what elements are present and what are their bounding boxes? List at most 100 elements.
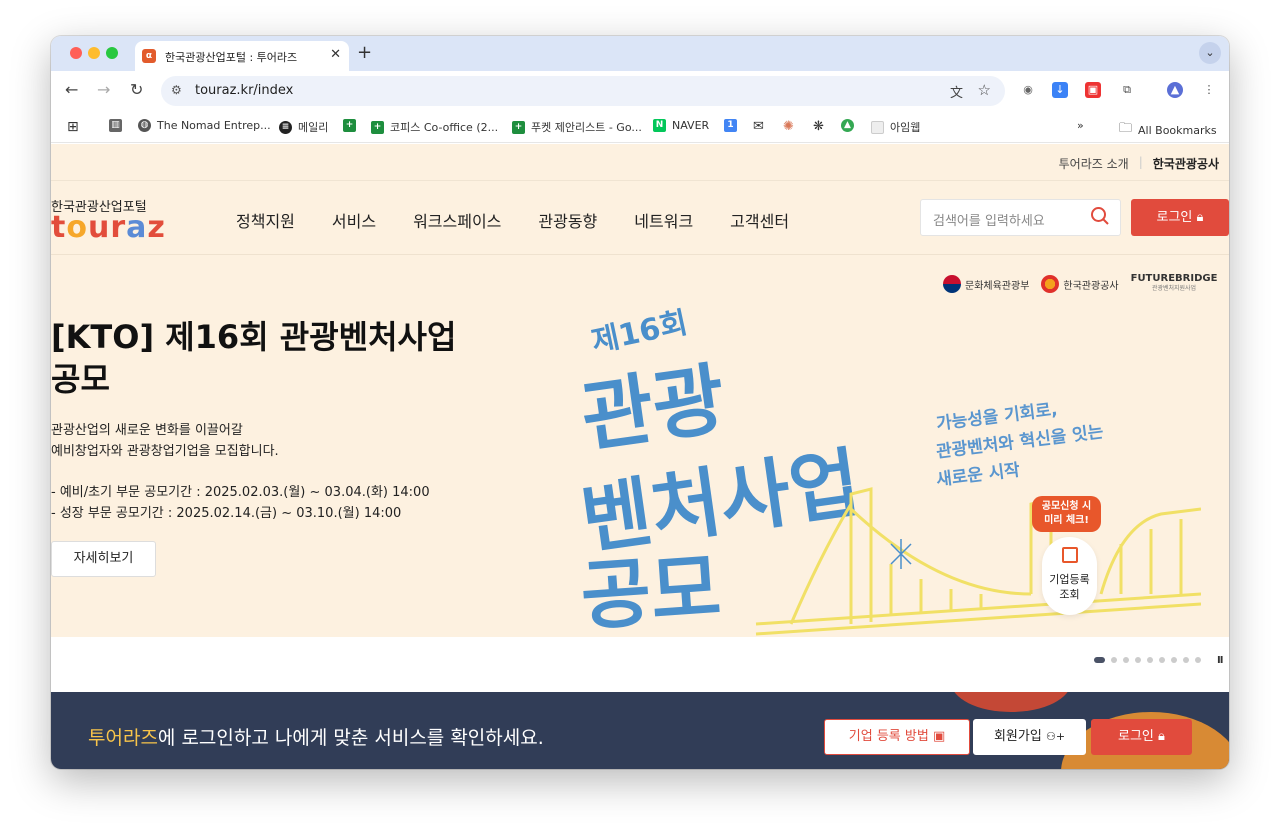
nav-network[interactable]: 네트워크 bbox=[634, 208, 693, 232]
decor-shape bbox=[951, 692, 1071, 712]
calendar-icon[interactable]: 1 bbox=[724, 119, 743, 132]
tab-search-chevron-icon[interactable]: ⌄ bbox=[1199, 42, 1221, 64]
banner-edition: 제16회 bbox=[589, 305, 691, 359]
all-bookmarks[interactable]: 🗀 All Bookmarks bbox=[1119, 119, 1217, 141]
bookmark-naver[interactable]: N NAVER bbox=[653, 119, 709, 132]
extensions-puzzle-icon[interactable]: ⧉ bbox=[1119, 82, 1135, 98]
hero-title: [KTO] 제16회 관광벤처사업 공모 bbox=[51, 318, 457, 398]
minimize-window-button[interactable] bbox=[88, 47, 100, 59]
camera-icon[interactable]: ◉ bbox=[1020, 82, 1036, 98]
save-extension-icon[interactable]: ▣ bbox=[1085, 82, 1101, 98]
bookmark-imweb[interactable]: 아임웹 bbox=[871, 119, 920, 135]
hero-period: - 예비/초기 부문 공모기간 : 2025.02.03.(월) ~ 03.04… bbox=[51, 485, 430, 521]
close-window-button[interactable] bbox=[70, 47, 82, 59]
slider-dot[interactable] bbox=[1094, 657, 1105, 663]
divider bbox=[51, 180, 1229, 181]
back-arrow-icon[interactable]: ← bbox=[65, 80, 78, 99]
divider bbox=[51, 254, 1229, 255]
hero-description: 관광산업의 새로운 변화를 이끌어갈 예비창업자와 관광창업기업을 모집합니다. bbox=[51, 423, 279, 459]
web-page: 투어라즈 소개 | 한국관광공사 한국관광산업포털 touraz 정책지원 서비… bbox=[51, 144, 1229, 769]
kto-link[interactable]: 한국관광공사 bbox=[1153, 155, 1219, 172]
slider-dot[interactable] bbox=[1183, 657, 1189, 663]
active-tab[interactable]: α 한국관광산업포털 : 투어라즈 ✕ bbox=[135, 41, 349, 71]
slider-dot[interactable] bbox=[1111, 657, 1117, 663]
search-icon[interactable] bbox=[1090, 206, 1110, 226]
signup-button[interactable]: 회원가입 ⚇+ bbox=[973, 719, 1086, 755]
login-promo-banner: 투어라즈에 로그인하고 나에게 맞춘 서비스를 확인하세요. 기업 등록 방법 … bbox=[51, 692, 1229, 769]
nav-trends[interactable]: 관광동향 bbox=[538, 208, 597, 232]
slider-dot[interactable] bbox=[1147, 657, 1153, 663]
browser-window: α 한국관광산업포털 : 투어라즈 ✕ + ⌄ ← → ↻ ⚙ touraz.k… bbox=[51, 36, 1229, 769]
lock-icon: 🔒︎ bbox=[1158, 729, 1165, 744]
company-lookup-button[interactable]: 기업등록 조회 bbox=[1042, 537, 1097, 615]
nav-workspace[interactable]: 워크스페이스 bbox=[413, 208, 501, 232]
slider-controls-area bbox=[51, 637, 1229, 693]
address-bar[interactable]: ⚙ touraz.kr/index 文 ☆ bbox=[161, 76, 1005, 106]
company-register-guide-button[interactable]: 기업 등록 방법 ▣ bbox=[824, 719, 970, 755]
kto-emblem-icon bbox=[1041, 275, 1060, 293]
nav-support[interactable]: 고객센터 bbox=[730, 208, 789, 232]
login-button[interactable]: 로그인 🔒︎ bbox=[1131, 199, 1229, 236]
forward-arrow-icon[interactable]: → bbox=[97, 80, 110, 99]
about-link[interactable]: 투어라즈 소개 bbox=[1059, 155, 1129, 172]
lock-icon: 🔒︎ bbox=[1196, 210, 1204, 225]
mcst-logo: 문화체육관광부 bbox=[943, 275, 1029, 293]
search-placeholder: 검색어를 입력하세요 bbox=[933, 214, 1045, 229]
maximize-window-button[interactable] bbox=[106, 47, 118, 59]
browser-toolbar: ← → ↻ ⚙ touraz.kr/index 文 ☆ ◉ ↓ ▣ ⧉ ▲ ⋮ bbox=[51, 71, 1229, 111]
openai-icon[interactable]: ❋ bbox=[813, 119, 824, 134]
tab-title: 한국관광산업포털 : 투어라즈 bbox=[165, 51, 298, 64]
briefcase-icon: ▣ bbox=[932, 729, 946, 744]
bookmarks-bar: ⊞ ▥ ◍ The Nomad Entrep... ≡ 메일리 + + 코피스 Co-… bbox=[51, 111, 1229, 143]
slider-indicators bbox=[1094, 657, 1201, 663]
reading-list-icon[interactable]: ▥ bbox=[109, 119, 128, 132]
new-tab-button[interactable]: + bbox=[357, 42, 372, 63]
building-search-icon bbox=[1061, 547, 1078, 563]
banner-headline-3: 공모 bbox=[578, 543, 724, 642]
partner-logos: 문화체육관광부 한국관광공사 FUTUREBRIDGE 관광벤처지원사업 bbox=[943, 274, 1217, 294]
slider-dot[interactable] bbox=[1171, 657, 1177, 663]
add-user-icon: ⚇+ bbox=[1045, 730, 1066, 743]
bookmark-phuket[interactable]: + 푸켓 제안리스트 - Go... bbox=[512, 119, 642, 135]
bookmark-star-icon[interactable]: ☆ bbox=[978, 81, 991, 99]
pause-button[interactable]: II bbox=[1217, 655, 1224, 666]
url-text[interactable]: touraz.kr/index bbox=[195, 83, 293, 98]
futurebridge-logo: FUTUREBRIDGE 관광벤처지원사업 bbox=[1130, 273, 1218, 293]
bookmarks-overflow[interactable]: » bbox=[1077, 119, 1084, 132]
banner-artwork[interactable]: 제16회 관광 벤처사업 공모 가능성을 기회로, 관광벤처와 혁신을 잇는 새… bbox=[561, 294, 1201, 654]
slider-dot[interactable] bbox=[1135, 657, 1141, 663]
tab-close-icon[interactable]: ✕ bbox=[330, 47, 341, 62]
nav-service[interactable]: 서비스 bbox=[332, 208, 376, 232]
banner-headline-1: 관광 bbox=[576, 355, 731, 464]
bookmark-nomad[interactable]: ◍ The Nomad Entrep... bbox=[138, 119, 271, 132]
download-extension-icon[interactable]: ↓ bbox=[1052, 82, 1068, 98]
utility-links: 투어라즈 소개 | 한국관광공사 bbox=[1059, 155, 1219, 172]
taegeuk-icon bbox=[943, 275, 961, 293]
kto-logo: 한국관광공사 bbox=[1041, 275, 1119, 293]
folder-icon: 🗀 bbox=[1119, 121, 1133, 136]
bookmark-maily[interactable]: ≡ 메일리 bbox=[279, 119, 328, 135]
login-promo-text: 투어라즈에 로그인하고 나에게 맞춘 서비스를 확인하세요. bbox=[88, 727, 544, 749]
nav-policy[interactable]: 정책지원 bbox=[236, 208, 295, 232]
detail-button[interactable]: 자세히보기 bbox=[51, 541, 156, 577]
sheets-icon[interactable]: + bbox=[343, 119, 362, 132]
promo-login-button[interactable]: 로그인 🔒︎ bbox=[1091, 719, 1192, 755]
drive-icon[interactable]: ▲ bbox=[841, 119, 860, 132]
apps-grid-icon[interactable]: ⊞ bbox=[67, 119, 79, 135]
divider: | bbox=[1138, 155, 1143, 169]
translate-icon[interactable]: 文 bbox=[950, 82, 963, 101]
main-nav: 정책지원 서비스 워크스페이스 관광동향 네트워크 고객센터 bbox=[236, 208, 826, 232]
claude-icon[interactable]: ✺ bbox=[783, 119, 794, 134]
bookmark-coffice[interactable]: + 코피스 Co-office (2... bbox=[371, 119, 498, 135]
reload-icon[interactable]: ↻ bbox=[130, 80, 143, 99]
mail-icon[interactable]: ✉ bbox=[753, 119, 764, 134]
more-menu-icon[interactable]: ⋮ bbox=[1201, 82, 1217, 98]
check-bubble: 공모신청 시 미리 체크! bbox=[1032, 496, 1101, 532]
profile-avatar[interactable]: ▲ bbox=[1167, 82, 1183, 98]
slider-dot[interactable] bbox=[1123, 657, 1129, 663]
touraz-logo[interactable]: touraz bbox=[51, 210, 166, 245]
slider-dot[interactable] bbox=[1195, 657, 1201, 663]
site-info-icon[interactable]: ⚙ bbox=[171, 83, 182, 97]
slider-dot[interactable] bbox=[1159, 657, 1165, 663]
search-input[interactable]: 검색어를 입력하세요 bbox=[920, 199, 1121, 236]
